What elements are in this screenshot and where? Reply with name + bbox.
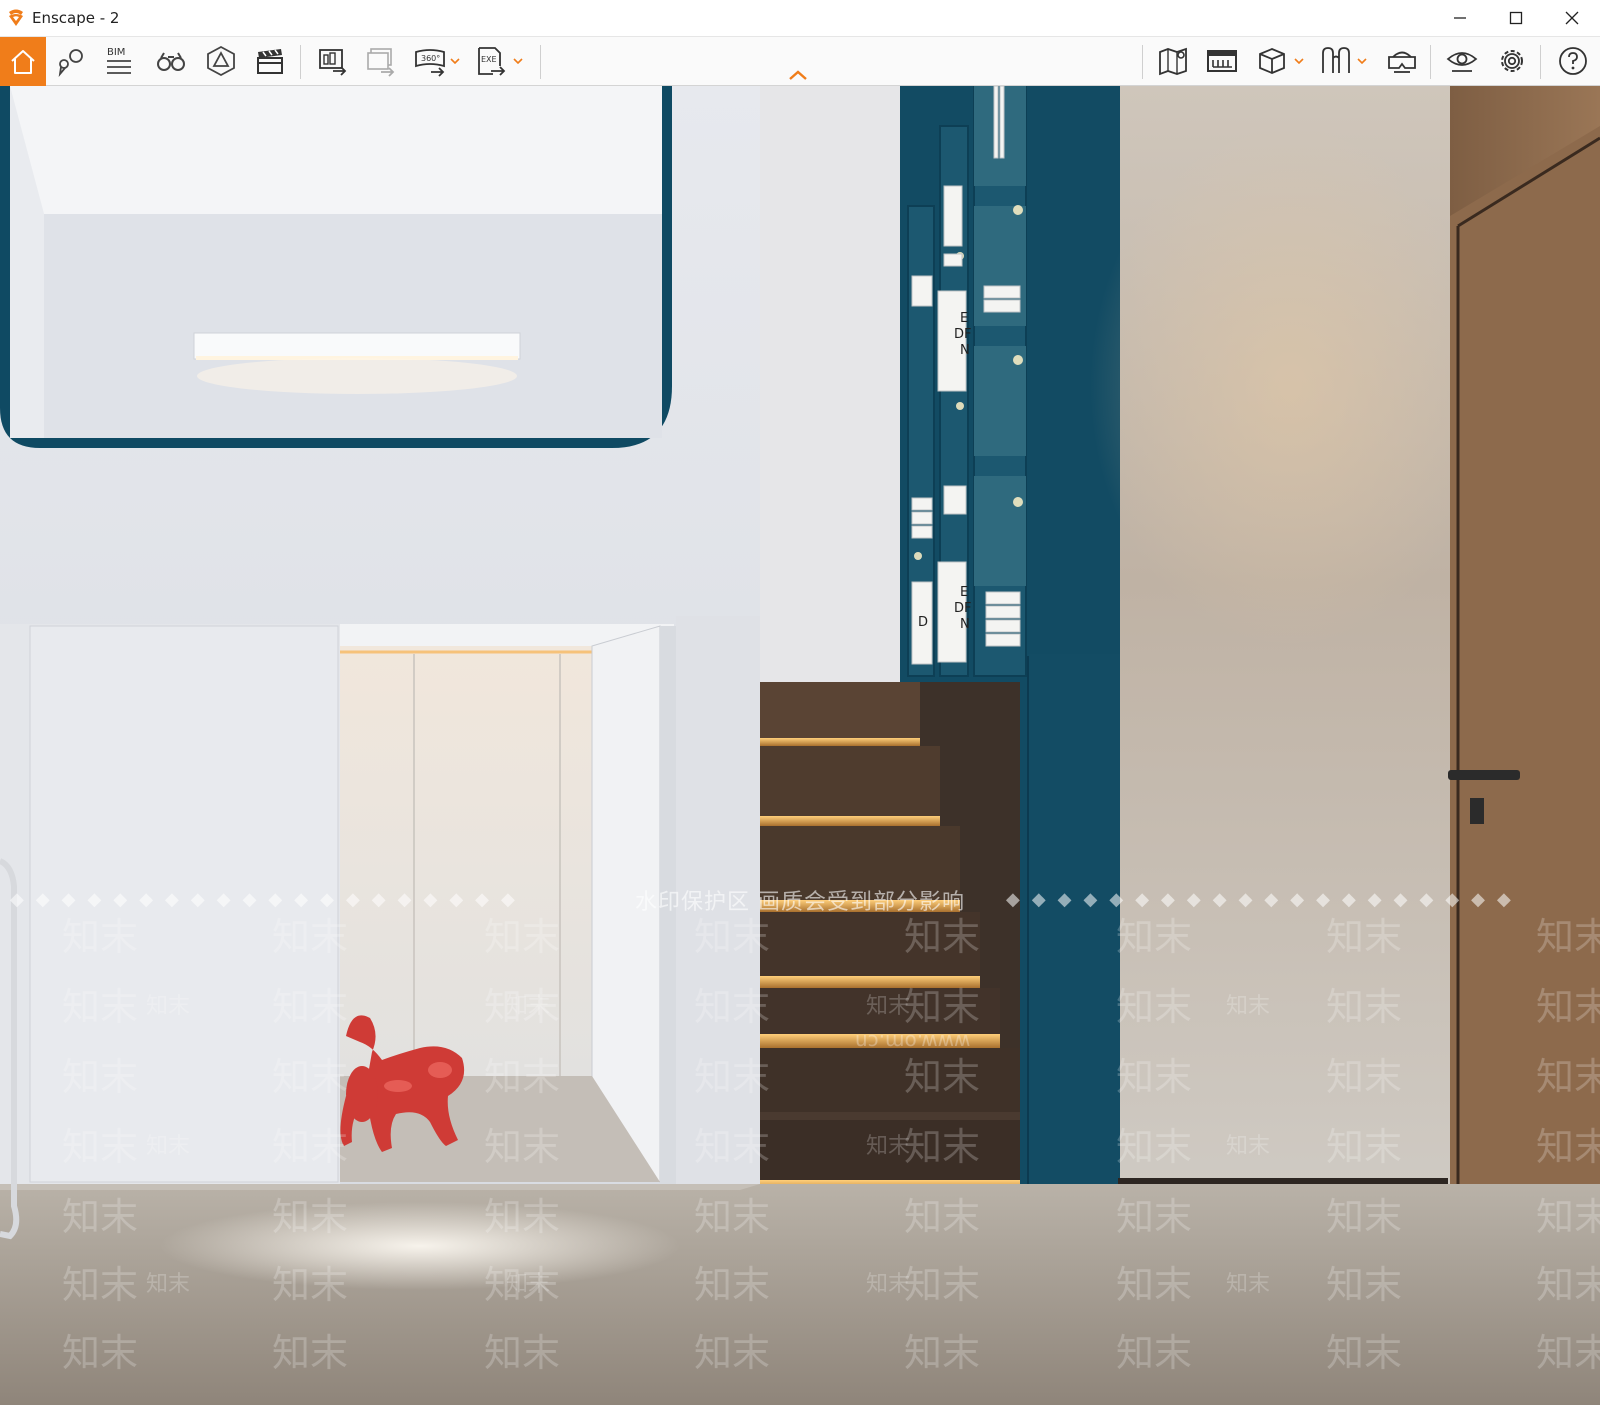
book-spine-text: E [960, 585, 968, 600]
chevron-down-icon [1357, 58, 1367, 64]
home-button[interactable] [0, 37, 46, 86]
book-spine-text: E [960, 311, 968, 326]
book-spine-text: D [918, 615, 928, 630]
cube-view-dropdown[interactable] [1293, 54, 1305, 68]
panorama-360-icon: 360° [415, 49, 445, 77]
chevron-up-icon [789, 70, 807, 80]
panorama-dropdown[interactable] [449, 54, 461, 68]
stereo-book-icon [1322, 47, 1350, 73]
batch-render-icon [367, 48, 395, 77]
binoculars-icon [157, 52, 185, 71]
stereo-button[interactable] [1314, 39, 1358, 83]
bim-info-button[interactable] [1200, 39, 1244, 83]
video-editor-button[interactable] [248, 39, 292, 83]
map-icon [1159, 47, 1187, 76]
interior-render-image: E DF N E DF N D [0, 86, 1600, 1405]
enscape-toolbar: BIM 360° EXE [0, 36, 1600, 86]
walk-mode-button[interactable] [149, 39, 193, 83]
book-spine-text: DF [954, 327, 972, 342]
asset-library-icon [207, 45, 235, 77]
bim-label: BIM [107, 47, 125, 58]
bim-info-icon [1207, 50, 1237, 72]
panorama-button[interactable]: 360° [408, 39, 452, 83]
map-button[interactable] [1152, 39, 1196, 83]
help-icon [1559, 47, 1587, 75]
book-spine-text: N [960, 343, 970, 358]
close-icon [1565, 11, 1579, 25]
chevron-down-icon [1294, 58, 1304, 64]
general-settings-button[interactable] [1490, 39, 1534, 83]
panorama-label: 360° [421, 54, 440, 63]
bim-icon: BIM [107, 47, 131, 74]
export-dropdown[interactable] [512, 54, 524, 68]
close-button[interactable] [1544, 0, 1600, 36]
book-spine-text: N [960, 617, 970, 632]
watermark-diamond-row: ◆◆◆◆◆◆◆◆◆◆◆◆◆◆◆◆◆◆◆◆ [1006, 889, 1523, 910]
cube-view-icon [1259, 48, 1285, 74]
chevron-down-icon [450, 58, 460, 64]
views-button[interactable] [50, 39, 94, 83]
window-title: Enscape - 2 [32, 9, 120, 27]
render-viewport[interactable]: E DF N E DF N D 知末 知末 知末 知末 知末 知末 知末 知末 … [0, 86, 1600, 1405]
chevron-down-icon [513, 58, 523, 64]
minimize-button[interactable] [1432, 0, 1488, 36]
collapse-toolbar-button[interactable] [786, 67, 810, 83]
maximize-icon [1509, 11, 1523, 25]
batch-render-button[interactable] [358, 39, 402, 83]
enscape-logo-icon [9, 9, 23, 26]
maximize-button[interactable] [1488, 0, 1544, 36]
export-exe-icon: EXE [478, 47, 506, 76]
book-spine-text: DF [954, 601, 972, 616]
title-bar: Enscape - 2 [0, 0, 1600, 36]
help-button[interactable] [1551, 39, 1595, 83]
watermark-diamond-row: ◆◆◆◆◆◆◆◆◆◆◆◆◆◆◆◆◆◆◆◆ [10, 889, 527, 910]
export-label: EXE [481, 55, 497, 64]
visual-settings-button[interactable] [1440, 39, 1484, 83]
bim-button[interactable]: BIM [97, 39, 141, 83]
screenshot-button[interactable] [310, 39, 354, 83]
settings-gear-icon [1501, 50, 1523, 72]
clapperboard-icon [257, 49, 283, 74]
stereo-dropdown[interactable] [1356, 54, 1368, 68]
watermark-banner-text: 水印保护区 画质会受到部分影响 [635, 890, 965, 915]
watermark-banner: ◆◆◆◆◆◆◆◆◆◆◆◆◆◆◆◆◆◆◆◆ 水印保护区 画质会受到部分影响 ◆◆◆… [0, 888, 1600, 915]
home-icon [11, 49, 35, 74]
cube-view-button[interactable] [1250, 39, 1294, 83]
visual-settings-eye-icon [1446, 52, 1478, 72]
views-icon [58, 49, 83, 77]
vr-headset-icon [1388, 51, 1416, 73]
export-exe-button[interactable]: EXE [468, 39, 512, 83]
asset-library-button[interactable] [199, 39, 243, 83]
vr-headset-button[interactable] [1380, 39, 1424, 83]
minimize-icon [1454, 17, 1466, 19]
render-screenshot-icon [319, 49, 347, 76]
